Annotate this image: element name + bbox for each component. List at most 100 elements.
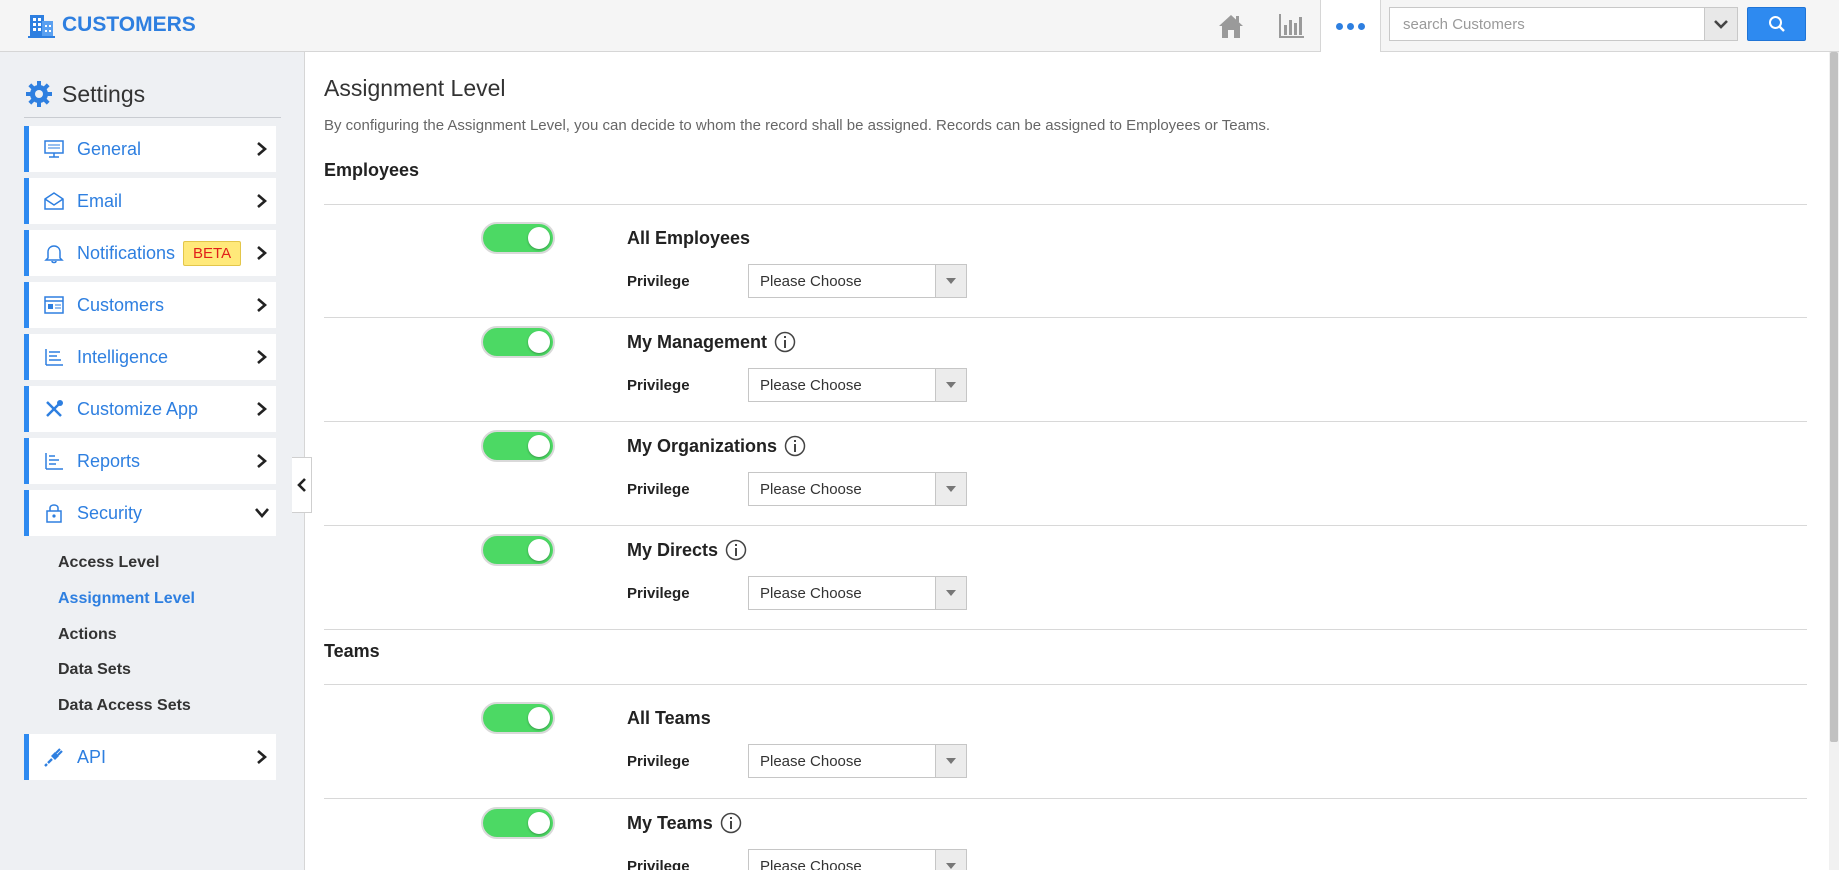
toggle-all-teams[interactable] bbox=[481, 702, 555, 734]
gear-icon bbox=[26, 81, 52, 107]
plug-icon bbox=[44, 748, 63, 767]
more-dots-icon[interactable] bbox=[1320, 0, 1381, 52]
divider bbox=[324, 317, 1807, 318]
search-box bbox=[1389, 7, 1705, 41]
privilege-select-all-employees[interactable]: Please Choose bbox=[748, 264, 967, 298]
divider bbox=[324, 421, 1807, 422]
security-subitem-access-level[interactable]: Access Level bbox=[58, 554, 159, 572]
page-scrollbar[interactable] bbox=[1829, 52, 1839, 870]
privilege-label: Privilege bbox=[627, 858, 690, 870]
row-title-all-teams: All Teams bbox=[627, 708, 711, 728]
search-input[interactable] bbox=[1390, 8, 1704, 40]
toggle-my-organizations[interactable] bbox=[481, 430, 555, 462]
sidebar-divider bbox=[24, 117, 281, 118]
sidebar-item-security[interactable]: Security bbox=[24, 490, 276, 536]
info-icon[interactable] bbox=[725, 539, 747, 561]
chevron-right-icon bbox=[257, 142, 267, 156]
chevron-right-icon bbox=[257, 194, 267, 208]
row-title-my-directs: My Directs bbox=[627, 539, 747, 561]
sidebar-item-api[interactable]: API bbox=[24, 734, 276, 780]
security-subitem-assignment-level[interactable]: Assignment Level bbox=[58, 590, 195, 608]
tools-icon bbox=[46, 400, 63, 417]
divider bbox=[324, 204, 1807, 205]
privilege-select-my-management[interactable]: Please Choose bbox=[748, 368, 967, 402]
row-title-my-management: My Management bbox=[627, 331, 796, 353]
sidebar-item-email[interactable]: Email bbox=[24, 178, 276, 224]
chevron-right-icon bbox=[257, 246, 267, 260]
privilege-select-all-teams[interactable]: Please Choose bbox=[748, 744, 967, 778]
page-title: Assignment Level bbox=[324, 75, 506, 101]
search-scope-dropdown[interactable] bbox=[1704, 7, 1738, 41]
envelope-icon bbox=[44, 192, 64, 210]
divider bbox=[324, 684, 1807, 685]
beta-badge: BETA bbox=[183, 240, 242, 266]
app-brand[interactable]: CUSTOMERS bbox=[26, 10, 196, 40]
search-button[interactable] bbox=[1747, 7, 1806, 41]
reports-icon bbox=[45, 453, 63, 470]
dropdown-arrow-icon bbox=[935, 473, 966, 505]
customer-card-icon bbox=[44, 296, 64, 314]
top-bar: CUSTOMERS bbox=[0, 0, 1839, 52]
divider bbox=[324, 798, 1807, 799]
section-title-teams: Teams bbox=[324, 641, 380, 661]
lock-icon bbox=[46, 504, 62, 523]
monitor-icon bbox=[44, 140, 64, 158]
privilege-select-my-teams[interactable]: Please Choose bbox=[748, 849, 967, 870]
privilege-label: Privilege bbox=[627, 273, 690, 290]
info-icon[interactable] bbox=[720, 812, 742, 834]
privilege-label: Privilege bbox=[627, 377, 690, 394]
chevron-right-icon bbox=[257, 402, 267, 416]
privilege-label: Privilege bbox=[627, 753, 690, 770]
dropdown-arrow-icon bbox=[935, 369, 966, 401]
building-icon bbox=[28, 15, 55, 38]
chevron-right-icon bbox=[257, 454, 267, 468]
row-title-my-organizations: My Organizations bbox=[627, 435, 806, 457]
sidebar-item-customers[interactable]: Customers bbox=[24, 282, 276, 328]
divider bbox=[324, 525, 1807, 526]
toggle-my-management[interactable] bbox=[481, 326, 555, 358]
chevron-right-icon bbox=[257, 750, 267, 764]
dropdown-arrow-icon bbox=[935, 265, 966, 297]
dropdown-arrow-icon bbox=[935, 850, 966, 870]
dropdown-arrow-icon bbox=[935, 577, 966, 609]
chevron-right-icon bbox=[257, 298, 267, 312]
sidebar-item-intelligence[interactable]: Intelligence bbox=[24, 334, 276, 380]
section-title-employees: Employees bbox=[324, 160, 420, 180]
chevron-down-icon bbox=[1714, 20, 1728, 29]
security-subitem-data-access-sets[interactable]: Data Access Sets bbox=[58, 697, 191, 715]
privilege-label: Privilege bbox=[627, 481, 690, 498]
page-description: By configuring the Assignment Level, you… bbox=[324, 117, 1271, 134]
sidebar-item-general[interactable]: General bbox=[24, 126, 276, 172]
toggle-all-employees[interactable] bbox=[481, 222, 555, 254]
settings-sidebar: Settings General Email Notifications BET… bbox=[0, 52, 305, 870]
security-subitem-data-sets[interactable]: Data Sets bbox=[58, 661, 131, 679]
security-subitem-actions[interactable]: Actions bbox=[58, 626, 117, 644]
privilege-select-my-organizations[interactable]: Please Choose bbox=[748, 472, 967, 506]
scrollbar-thumb[interactable] bbox=[1830, 52, 1838, 742]
privilege-label: Privilege bbox=[627, 585, 690, 602]
intelligence-bars-icon bbox=[45, 349, 63, 366]
main-content: Assignment Level By configuring the Assi… bbox=[305, 52, 1829, 870]
privilege-select-my-directs[interactable]: Please Choose bbox=[748, 576, 967, 610]
chevron-down-icon bbox=[255, 508, 269, 518]
toggle-my-directs[interactable] bbox=[481, 534, 555, 566]
search-icon bbox=[1768, 16, 1785, 32]
divider bbox=[324, 629, 1807, 630]
sidebar-item-notifications[interactable]: Notifications BETA bbox=[24, 230, 276, 276]
sidebar-title: Settings bbox=[24, 78, 145, 110]
info-icon[interactable] bbox=[784, 435, 806, 457]
sidebar-item-customize-app[interactable]: Customize App bbox=[24, 386, 276, 432]
app-title: CUSTOMERS bbox=[62, 13, 196, 36]
analytics-button[interactable] bbox=[1273, 8, 1309, 44]
dropdown-arrow-icon bbox=[935, 745, 966, 777]
sidebar-item-reports[interactable]: Reports bbox=[24, 438, 276, 484]
bar-chart-icon bbox=[1279, 14, 1304, 38]
bell-icon bbox=[44, 245, 64, 264]
toggle-my-teams[interactable] bbox=[481, 807, 555, 839]
home-icon bbox=[1219, 15, 1243, 38]
row-title-all-employees: All Employees bbox=[627, 228, 751, 248]
home-button[interactable] bbox=[1213, 8, 1249, 44]
info-icon[interactable] bbox=[774, 331, 796, 353]
chevron-right-icon bbox=[257, 350, 267, 364]
row-title-my-teams: My Teams bbox=[627, 812, 742, 834]
